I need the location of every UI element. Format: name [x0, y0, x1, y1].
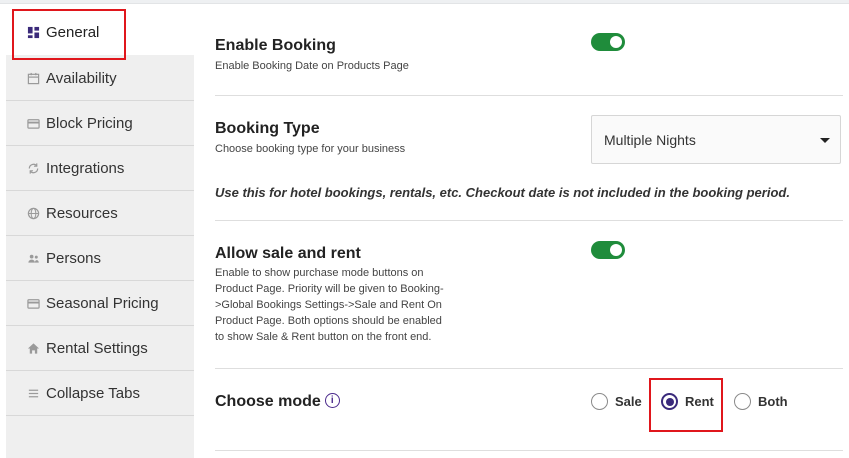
divider [215, 220, 843, 221]
sidebar-item-label: Collapse Tabs [46, 384, 140, 402]
radio-label: Both [758, 394, 788, 409]
sidebar-item-label: Resources [46, 204, 118, 222]
sidebar-item-label: Integrations [46, 159, 125, 177]
top-border [0, 0, 849, 4]
enable-booking-toggle[interactable] [591, 33, 625, 51]
settings-sidebar: General Availability Block Pricing Integ… [6, 10, 194, 458]
sidebar-item-seasonal-pricing[interactable]: Seasonal Pricing [6, 281, 194, 326]
allow-sale-rent-toggle[interactable] [591, 241, 625, 259]
sidebar-item-label: Rental Settings [46, 339, 148, 357]
radio-sale[interactable] [591, 393, 608, 410]
toggle-knob [610, 36, 622, 48]
booking-type-desc: Choose booking type for your business [215, 143, 406, 155]
enable-booking-title: Enable Booking [215, 37, 336, 54]
calendar-icon [26, 71, 40, 85]
card-icon [26, 116, 40, 130]
desc-line: Product Page. Both options should be ena… [215, 315, 442, 327]
sidebar-item-availability[interactable]: Availability [6, 56, 194, 101]
sidebar-item-label: Persons [46, 249, 102, 267]
divider [215, 450, 843, 451]
sidebar-item-persons[interactable]: Persons [6, 236, 194, 281]
highlight-general [12, 9, 126, 60]
radio-both[interactable] [734, 393, 751, 410]
enable-booking-desc: Enable Booking Date on Products Page [215, 60, 409, 72]
sidebar-item-integrations[interactable]: Integrations [6, 146, 194, 191]
info-icon[interactable]: i [324, 393, 340, 409]
choose-mode-title: Choose mode i [215, 393, 340, 411]
booking-type-title: Booking Type [215, 120, 320, 137]
divider [215, 95, 843, 96]
desc-line: Enable to show purchase mode buttons on [215, 267, 424, 279]
sync-icon [26, 161, 40, 175]
sidebar-item-label: Availability [46, 69, 117, 87]
choose-mode-label: Choose mode [215, 393, 321, 410]
allow-sale-rent-title: Allow sale and rent [215, 245, 361, 262]
desc-line: Product Page. Priority will be given to … [215, 283, 444, 295]
mode-option-sale[interactable]: Sale [591, 393, 642, 410]
desc-line: >Global Bookings Settings->Sale and Rent… [215, 299, 442, 311]
booking-type-value: Multiple Nights [604, 131, 696, 148]
card-icon [26, 296, 40, 310]
booking-type-note: Use this for hotel bookings, rentals, et… [215, 185, 790, 200]
toggle-knob [610, 244, 622, 256]
sidebar-item-resources[interactable]: Resources [6, 191, 194, 236]
menu-icon [26, 386, 40, 400]
divider [215, 368, 843, 369]
sidebar-item-block-pricing[interactable]: Block Pricing [6, 101, 194, 146]
radio-label: Sale [615, 394, 642, 409]
caret-down-icon [820, 138, 830, 143]
sidebar-item-label: Seasonal Pricing [46, 294, 159, 312]
people-icon [26, 251, 40, 265]
sidebar-item-collapse-tabs[interactable]: Collapse Tabs [6, 371, 194, 416]
desc-line: to show Sale & Rent button on the front … [215, 331, 432, 343]
sidebar-item-rental-settings[interactable]: Rental Settings [6, 326, 194, 371]
home-icon [26, 341, 40, 355]
allow-sale-rent-desc: Enable to show purchase mode buttons on … [215, 265, 475, 345]
highlight-rent [649, 378, 723, 432]
globe-icon [26, 206, 40, 220]
mode-option-both[interactable]: Both [734, 393, 788, 410]
booking-type-select[interactable]: Multiple Nights [591, 115, 841, 164]
sidebar-item-label: Block Pricing [46, 114, 133, 132]
